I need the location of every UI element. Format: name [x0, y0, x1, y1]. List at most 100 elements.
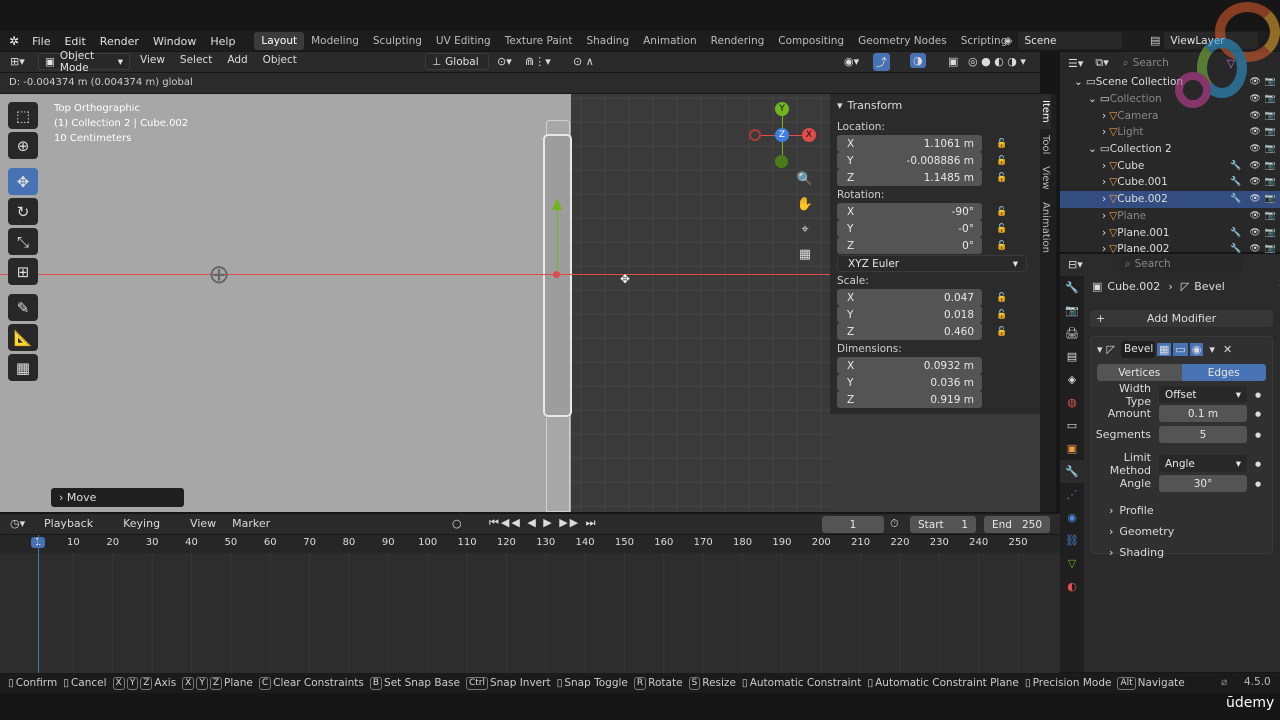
tab-layout[interactable]: Layout — [254, 32, 305, 50]
physics-icon[interactable]: ◉ — [1060, 506, 1084, 529]
subpanel-shading[interactable]: › Shading — [1109, 542, 1272, 563]
zoom-icon[interactable]: 🔍 — [795, 172, 815, 197]
visibility-eye-icon[interactable]: 👁 — [1249, 144, 1260, 154]
orientation-dropdown[interactable]: ⊥ Global — [425, 53, 489, 70]
collection-icon[interactable]: ▭ — [1060, 414, 1084, 437]
scale-y-field[interactable]: Y 0.018 — [837, 306, 982, 323]
lock-icon[interactable]: 🔓 — [996, 293, 1007, 303]
segments-field[interactable]: 5 — [1159, 426, 1247, 443]
render-camera-icon[interactable]: 📷 — [1265, 228, 1276, 238]
gizmo-z-icon[interactable]: Z — [775, 128, 789, 142]
properties-editor-icon[interactable]: ⊟▾ — [1068, 258, 1083, 271]
render-toggle-icon[interactable]: ◉ — [1189, 342, 1204, 356]
outliner-row[interactable]: › ▽ Plane.001 🔧 👁 📷 — [1060, 224, 1280, 241]
visibility-eye-icon[interactable]: 👁 — [1249, 244, 1260, 254]
viewport-toggle-icon[interactable]: ▭ — [1173, 342, 1188, 356]
render-camera-icon[interactable]: 📷 — [1265, 244, 1276, 254]
modifier-menu-icon[interactable]: ▾ — [1209, 343, 1215, 356]
stopwatch-icon[interactable]: ⏱ — [890, 517, 899, 531]
render-camera-icon[interactable]: 📷 — [1265, 144, 1276, 154]
expand-arrow-icon[interactable]: ⌄ — [1074, 76, 1083, 88]
material-icon[interactable]: ◐ — [1060, 575, 1084, 598]
tool-settings-icon[interactable]: 🔧 — [1060, 276, 1084, 299]
tab-texture-paint[interactable]: Texture Paint — [498, 32, 580, 50]
lock-icon[interactable]: 🔓 — [996, 156, 1007, 166]
object-icon[interactable]: ▣ — [1060, 437, 1084, 460]
collapse-arrow-icon[interactable]: › — [1102, 126, 1106, 138]
affect-edges-button[interactable]: Edges — [1181, 364, 1266, 381]
scene-name[interactable]: Scene — [1018, 32, 1123, 49]
visibility-eye-icon[interactable]: 👁 — [1249, 228, 1260, 238]
menu-render[interactable]: Render — [93, 35, 146, 48]
xray-icon[interactable]: ▣ — [948, 55, 958, 68]
playback-controls-icon[interactable]: ⏮◀◀ ◀ ▶ ▶▶ ⏭ — [489, 516, 598, 530]
close-icon[interactable]: ✕ — [1223, 343, 1232, 356]
lock-icon[interactable]: 🔓 — [996, 139, 1007, 149]
lock-icon[interactable]: 🔓 — [996, 327, 1007, 337]
playhead-line[interactable] — [38, 535, 39, 673]
visibility-eye-icon[interactable]: 👁 — [1249, 194, 1260, 204]
cursor-tool-icon[interactable]: ⊕ — [8, 132, 38, 159]
transform-panel-header[interactable]: ▾ Transform — [830, 94, 1040, 116]
tab-rendering[interactable]: Rendering — [704, 32, 772, 50]
auto-key-icon[interactable]: ○ — [452, 517, 462, 530]
world-icon[interactable]: ◍ — [1060, 391, 1084, 414]
viewport-menu-add[interactable]: Add — [227, 54, 247, 66]
properties-search[interactable]: ⌕ Search — [1118, 255, 1243, 273]
lock-icon[interactable]: 🔓 — [996, 310, 1007, 320]
add-cube-tool-icon[interactable]: ▦ — [8, 354, 38, 381]
outliner-row[interactable]: › ▽ Cube.002 🔧 👁 📷 — [1060, 190, 1280, 208]
lock-icon[interactable]: 🔓 — [996, 241, 1007, 251]
end-frame-field[interactable]: End 250 — [984, 516, 1050, 533]
move-tool-icon[interactable]: ✥ — [8, 168, 38, 195]
pivot-icon[interactable]: ⊙▾ — [497, 55, 512, 68]
pan-hand-icon[interactable]: ✋ — [795, 197, 815, 222]
scale-tool-icon[interactable]: ⤡ — [8, 228, 38, 255]
outliner-row[interactable]: ⌄ ▭ Collection 2 👁 📷 — [1060, 141, 1280, 158]
collapse-arrow-icon[interactable]: › — [1102, 227, 1106, 239]
dimensions-z-field[interactable]: Z 0.919 m — [837, 391, 982, 408]
timeline-menu-view[interactable]: View — [190, 517, 216, 530]
timeline-menu-keying[interactable]: Keying — [123, 517, 160, 530]
constraints-icon[interactable]: ⛓ — [1060, 529, 1084, 552]
affect-vertices-button[interactable]: Vertices — [1097, 364, 1182, 381]
render-camera-icon[interactable]: 📷 — [1265, 211, 1276, 221]
viewport-menu-object[interactable]: Object — [263, 54, 297, 66]
rotation-z-field[interactable]: Z 0° — [837, 237, 982, 254]
rotation-x-field[interactable]: X -90° — [837, 203, 982, 220]
timeline-menu-marker[interactable]: Marker — [232, 517, 270, 530]
measure-tool-icon[interactable]: 📐 — [8, 324, 38, 351]
rotate-tool-icon[interactable]: ↻ — [8, 198, 38, 225]
viewport-menu-select[interactable]: Select — [180, 54, 212, 66]
modifier-name-field[interactable]: Bevel — [1121, 340, 1155, 358]
tab-geometry-nodes[interactable]: Geometry Nodes — [851, 32, 954, 50]
amount-field[interactable]: 0.1 m — [1159, 405, 1247, 422]
dimensions-x-field[interactable]: X 0.0932 m — [837, 357, 982, 374]
frame-ruler[interactable]: 1102030405060708090100110120130140150160… — [0, 535, 1060, 553]
tab-modeling[interactable]: Modeling — [304, 32, 366, 50]
output-icon[interactable]: 🖨 — [1060, 322, 1084, 345]
modifier-icon[interactable]: 🔧 — [1060, 460, 1084, 483]
collapse-arrow-icon[interactable]: ▾ — [1097, 343, 1103, 356]
timeline-area[interactable]: 1102030405060708090100110120130140150160… — [0, 535, 1060, 673]
dimensions-y-field[interactable]: Y 0.036 m — [837, 374, 982, 391]
gizmo-y-icon[interactable]: Y — [775, 102, 789, 116]
subpanel-profile[interactable]: › Profile — [1109, 500, 1272, 521]
visibility-eye-icon[interactable]: 👁 — [1249, 161, 1260, 171]
limit-method-dropdown[interactable]: Angle ▾ — [1159, 455, 1247, 472]
menu-window[interactable]: Window — [146, 35, 203, 48]
rotation-y-field[interactable]: Y -0° — [837, 220, 982, 237]
render-camera-icon[interactable]: 📷 — [1265, 177, 1276, 187]
scene-icon[interactable]: ◈ — [1060, 368, 1084, 391]
gizmo-toggle-icon[interactable]: ⤴ — [873, 53, 890, 71]
editor-type-icon[interactable]: ⊞▾ — [10, 55, 25, 68]
tab-compositing[interactable]: Compositing — [771, 32, 851, 50]
outliner-row[interactable]: › ▽ Cube 🔧 👁 📷 — [1060, 157, 1280, 174]
render-camera-icon[interactable]: 📷 — [1265, 161, 1276, 171]
render-camera-icon[interactable]: 📷 — [1265, 194, 1276, 204]
collapse-arrow-icon[interactable]: › — [1102, 210, 1106, 222]
render-icon[interactable]: 📷 — [1060, 299, 1084, 322]
view-layer-icon[interactable]: ▤ — [1060, 345, 1084, 368]
particles-icon[interactable]: ⋰ — [1060, 483, 1084, 506]
transform-tool-icon[interactable]: ⊞ — [8, 258, 38, 285]
